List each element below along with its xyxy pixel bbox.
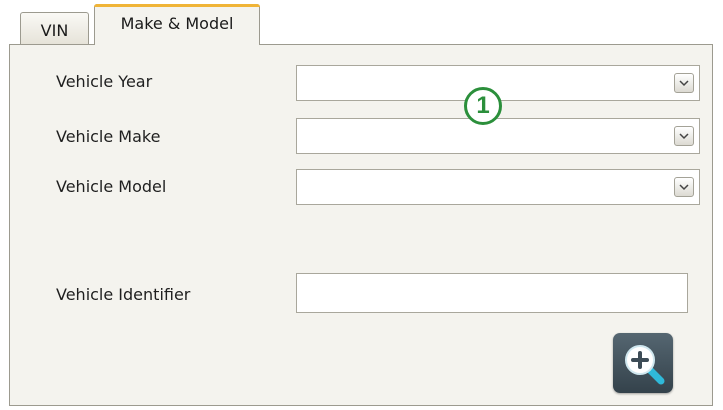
vehicle-model-dropdown-button[interactable] (674, 177, 694, 197)
vehicle-lookup-window: VIN Make & Model Vehicle Year Vehicle Ma… (0, 0, 723, 410)
chevron-down-icon (679, 184, 689, 191)
chevron-down-icon (679, 133, 689, 140)
vehicle-make-dropdown-button[interactable] (674, 126, 694, 146)
tab-strip: VIN Make & Model (0, 0, 723, 45)
search-button[interactable] (613, 333, 673, 393)
zoom-in-icon (625, 345, 665, 385)
vehicle-identifier-label: Vehicle Identifier (56, 285, 191, 304)
vehicle-identifier-field[interactable] (296, 273, 688, 313)
vehicle-make-label: Vehicle Make (56, 127, 161, 146)
make-model-panel: Vehicle Year Vehicle Make Vehicle Model (9, 44, 713, 406)
callout-marker: 1 (464, 87, 502, 125)
vehicle-make-select[interactable] (296, 118, 700, 154)
tab-vin-label: VIN (40, 21, 69, 40)
vehicle-model-label: Vehicle Model (56, 177, 167, 196)
vehicle-year-dropdown-button[interactable] (674, 73, 694, 93)
chevron-down-icon (679, 80, 689, 87)
vehicle-model-select[interactable] (296, 169, 700, 205)
tab-make-and-model[interactable]: Make & Model (94, 4, 260, 45)
tab-make-and-model-label: Make & Model (120, 13, 234, 33)
vehicle-year-label: Vehicle Year (56, 72, 153, 91)
callout-marker-number: 1 (476, 92, 490, 119)
tab-vin[interactable]: VIN (20, 12, 89, 44)
